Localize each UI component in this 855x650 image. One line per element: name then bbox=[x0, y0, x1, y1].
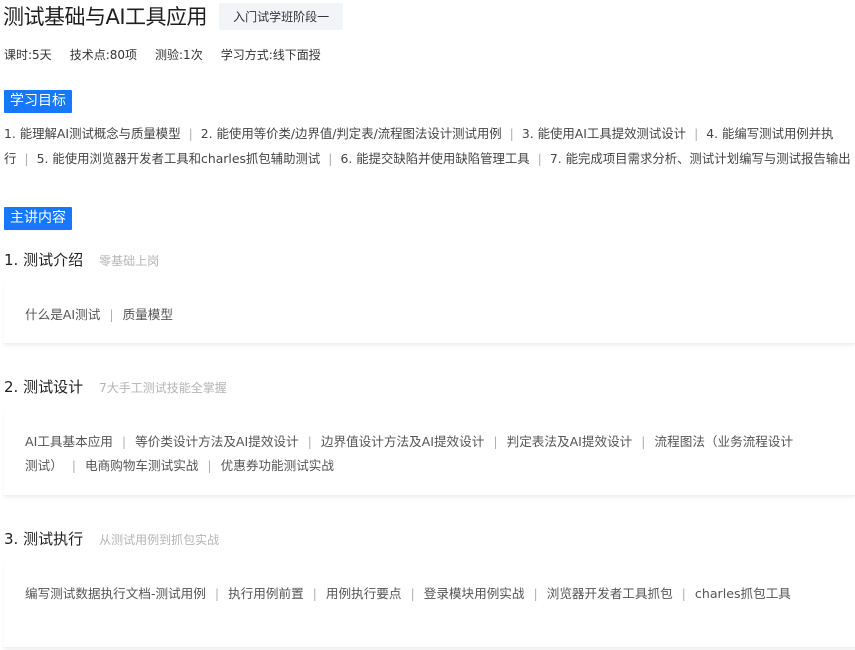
goal-item: 5. 能使用浏览器开发者工具和charles抓包辅助测试 bbox=[36, 150, 321, 166]
topic-separator: | bbox=[214, 586, 220, 601]
module-topics-2: AI工具基本应用 | 等价类设计方法及AI提效设计 | 边界值设计方法及AI提效设计 | 判… bbox=[25, 430, 800, 478]
module-subtitle: 从测试用例到抓包实战 bbox=[99, 533, 220, 547]
goal-separator: | bbox=[509, 126, 514, 141]
content-section-label: 主讲内容 bbox=[4, 207, 72, 230]
topic-item: 质量模型 bbox=[122, 307, 173, 322]
topic-separator: | bbox=[641, 434, 646, 449]
topic-separator: | bbox=[410, 586, 415, 601]
topic-separator: | bbox=[533, 586, 538, 601]
module-title-3[interactable]: 3. 测试执行 从测试用例到抓包实战 bbox=[4, 528, 219, 549]
topic-separator: | bbox=[109, 307, 114, 322]
topic-separator: | bbox=[307, 434, 312, 449]
course-header: 测试基础与AI工具应用 入门试学班阶段一 bbox=[3, 2, 344, 30]
topic-separator: | bbox=[121, 434, 127, 449]
module-topics-1: 什么是AI测试 | 质量模型 bbox=[25, 303, 800, 327]
topic-item: 优惠券功能测试实战 bbox=[220, 458, 334, 473]
topic-item: charles抓包工具 bbox=[694, 586, 791, 601]
meta-study-mode: 学习方式:线下面授 bbox=[220, 48, 321, 62]
meta-tech-points: 技术点:80项 bbox=[69, 48, 138, 62]
module-topics-3: 编写测试数据执行文档-测试用例 | 执行用例前置 | 用例执行要点 | 登录模块用例实战 | 浏… bbox=[25, 582, 800, 606]
goal-separator: | bbox=[328, 150, 333, 166]
topic-item: 登录模块用例实战 bbox=[423, 586, 525, 601]
topic-separator: | bbox=[493, 434, 498, 449]
topic-item: 用例执行要点 bbox=[325, 586, 402, 601]
module-subtitle: 零基础上岗 bbox=[99, 254, 160, 268]
meta-duration: 课时:5天 bbox=[4, 48, 52, 62]
learning-goals: 1. 能理解AI测试概念与质量模型 | 2. 能使用等价类/边界值/判定表/流程图法… bbox=[4, 122, 855, 171]
module-name: 1. 测试介绍 bbox=[4, 251, 84, 269]
topic-item: 执行用例前置 bbox=[228, 586, 304, 601]
goal-item: 7. 能完成项目需求分析、测试计划编写与测试报告输出 bbox=[549, 150, 851, 166]
goals-section-label: 学习目标 bbox=[4, 90, 72, 113]
stage-tag[interactable]: 入门试学班阶段一 bbox=[219, 2, 344, 30]
topic-item: 浏览器开发者工具抓包 bbox=[546, 586, 673, 601]
goal-item: 6. 能提交缺陷并使用缺陷管理工具 bbox=[340, 150, 530, 166]
topic-separator: | bbox=[207, 458, 212, 473]
goal-separator: | bbox=[694, 126, 699, 141]
topic-item: 什么是AI测试 bbox=[25, 307, 101, 322]
meta-quiz: 测验:1次 bbox=[155, 48, 203, 62]
topic-separator: | bbox=[681, 586, 686, 601]
topic-separator: | bbox=[71, 458, 77, 473]
goal-separator: | bbox=[188, 126, 193, 141]
topic-item: AI工具基本应用 bbox=[25, 434, 113, 449]
topic-item: 编写测试数据执行文档-测试用例 bbox=[25, 586, 206, 601]
module-name: 2. 测试设计 bbox=[4, 378, 84, 396]
goal-item: 1. 能理解AI测试概念与质量模型 bbox=[4, 126, 181, 141]
goal-item: 2. 能使用等价类/边界值/判定表/流程图法设计测试用例 bbox=[200, 126, 502, 141]
goal-item: 3. 能使用AI工具提效测试设计 bbox=[521, 126, 687, 141]
topic-item: 电商购物车测试实战 bbox=[85, 458, 199, 473]
module-title-2[interactable]: 2. 测试设计 7大手工测试技能全掌握 bbox=[4, 376, 227, 397]
topic-item: 等价类设计方法及AI提效设计 bbox=[135, 434, 299, 449]
goal-separator: | bbox=[24, 150, 29, 166]
module-name: 3. 测试执行 bbox=[4, 530, 84, 548]
module-title-1[interactable]: 1. 测试介绍 零基础上岗 bbox=[4, 249, 159, 270]
topic-item: 边界值设计方法及AI提效设计 bbox=[320, 434, 485, 449]
course-meta: 课时:5天 技术点:80项 测验:1次 学习方式:线下面授 bbox=[4, 46, 321, 63]
topic-item: 判定表法及AI提效设计 bbox=[506, 434, 633, 449]
goal-separator: | bbox=[537, 150, 542, 166]
topic-separator: | bbox=[312, 586, 317, 601]
course-title: 测试基础与AI工具应用 bbox=[3, 5, 208, 29]
module-subtitle: 7大手工测试技能全掌握 bbox=[99, 381, 227, 395]
